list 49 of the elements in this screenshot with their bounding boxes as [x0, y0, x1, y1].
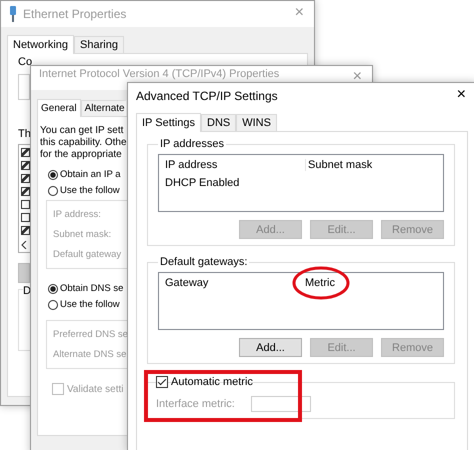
radio-button[interactable]	[48, 186, 58, 196]
highlight-ellipse	[292, 266, 350, 300]
field-label: Default gateway	[53, 249, 122, 260]
field-label: Interface metric:	[156, 398, 235, 410]
tab[interactable]: Sharing	[74, 36, 124, 53]
radio-label: Obtain an IP a	[60, 169, 121, 180]
dialog-button[interactable]: Add...	[239, 338, 302, 357]
column-header[interactable]: Subnet mask	[305, 159, 437, 171]
checkbox[interactable]	[156, 376, 168, 388]
radio-button[interactable]	[48, 284, 58, 294]
column-header[interactable]: IP address	[165, 159, 305, 171]
plug-icon	[9, 6, 17, 22]
field-label: IP address:	[53, 209, 102, 220]
group-label: Default gateways:	[159, 256, 248, 268]
column-header[interactable]: Gateway	[165, 277, 305, 289]
items-label: Th	[18, 128, 31, 140]
radio-button[interactable]	[48, 300, 58, 310]
close-button[interactable]: ×	[456, 87, 466, 103]
tab[interactable]: Networking	[7, 35, 74, 54]
radio-button[interactable]	[48, 170, 58, 180]
field-label: Subnet mask:	[53, 229, 112, 240]
intro-text: You can get IP sett this capability. Othe for the appropriate	[40, 125, 127, 161]
tab[interactable]: IP Settings	[136, 113, 201, 132]
window-title: Advanced TCP/IP Settings	[136, 89, 278, 103]
checkbox[interactable]	[21, 213, 30, 222]
group-label: IP addresses	[159, 138, 226, 150]
tab[interactable]: Alternate	[80, 100, 127, 116]
tab[interactable]: WINS	[236, 114, 277, 131]
window-title: Internet Protocol Version 4 (TCP/IPv4) Properties	[39, 68, 280, 80]
tab[interactable]: DNS	[201, 114, 236, 131]
checkbox-label: Validate setti	[67, 384, 124, 394]
checkbox-label: Automatic metric	[171, 376, 253, 388]
radio-label: Obtain DNS se	[60, 283, 124, 294]
connect-label: Co	[18, 56, 32, 68]
checkbox[interactable]	[21, 174, 30, 183]
radio-label: Use the follow	[60, 299, 120, 310]
checkbox[interactable]	[21, 187, 30, 196]
adapter-field	[18, 74, 30, 100]
field-label: Alternate DNS se	[53, 349, 128, 360]
window-title: Ethernet Properties	[23, 7, 126, 21]
list-item[interactable]: DHCP Enabled	[165, 177, 305, 189]
checkbox[interactable]	[21, 226, 30, 235]
column-header[interactable]: Metric	[305, 277, 437, 289]
checkbox[interactable]	[21, 148, 30, 157]
tab[interactable]: General	[37, 99, 81, 117]
field-label: Preferred DNS se	[53, 329, 129, 340]
checkbox[interactable]	[21, 200, 30, 209]
radio-label: Use the follow	[60, 185, 120, 196]
checkbox[interactable]	[21, 161, 30, 170]
